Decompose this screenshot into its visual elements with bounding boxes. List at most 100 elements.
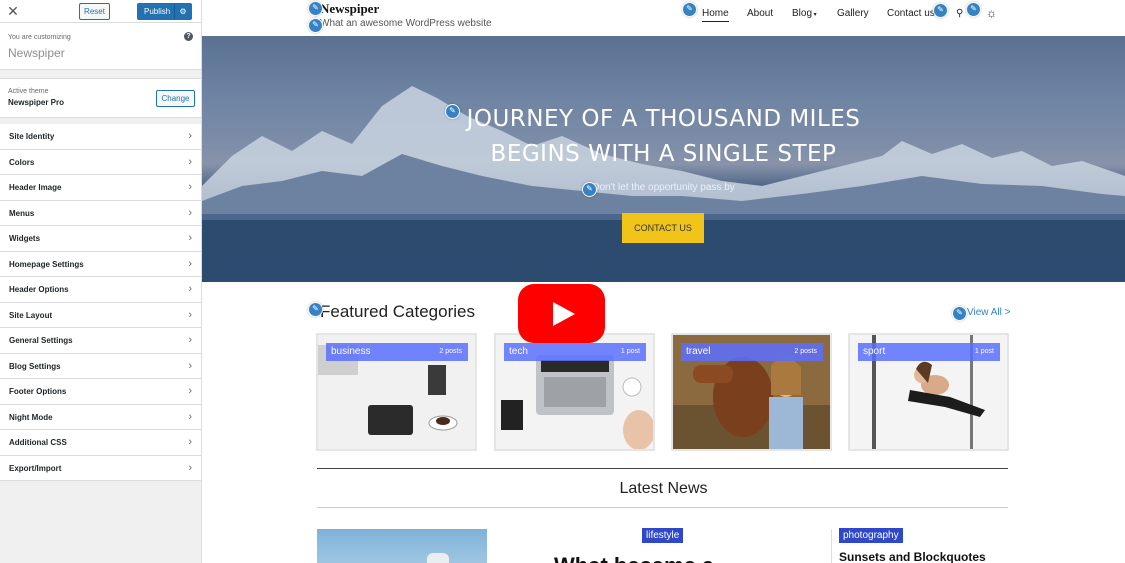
category-post-count: 2 posts [794,348,817,355]
menu-item-header-options[interactable]: Header Options › [0,277,201,303]
menu-item-label: Footer Options [9,387,67,396]
hero-subtitle: Don't let the opportunity pass by [592,182,735,193]
chevron-right-icon: › [188,257,192,270]
site-title[interactable]: Newspiper [320,1,379,17]
column-divider [831,529,832,563]
tag-lifestyle[interactable]: lifestyle [642,528,684,543]
edit-pencil-icon[interactable]: ✎ [682,2,697,17]
news-side-title[interactable]: Sunsets and Blockquotes [839,550,986,563]
hero-banner: ✎ JOURNEY OF A THOUSAND MILES BEGINS WIT… [202,36,1125,282]
menu-item-homepage-settings[interactable]: Homepage Settings › [0,251,201,277]
menu-item-label: Header Options [9,285,69,294]
menu-item-label: Homepage Settings [9,259,84,269]
menu-item-widgets[interactable]: Widgets › [0,226,201,252]
menu-item-additional-css[interactable]: Additional CSS › [0,430,201,456]
menu-item-export-import[interactable]: Export/Import › [0,455,201,481]
menu-item-label: Site Layout [9,310,53,320]
menu-item-label: General Settings [9,336,73,345]
category-label-bar: tech 1 post [504,343,646,361]
nav-contact-link[interactable]: Contact us [887,8,935,19]
thumbnail-object [427,553,449,563]
news-thumbnail[interactable] [317,529,487,563]
close-icon[interactable]: ✕ [6,3,20,19]
chevron-right-icon: › [188,410,192,423]
category-post-count: 1 post [974,348,994,355]
menu-item-colors[interactable]: Colors › [0,149,201,175]
featured-categories-heading: Featured Categories [320,302,475,321]
menu-item-label: Colors [9,157,35,167]
menu-item-menus[interactable]: Menus › [0,200,201,226]
active-theme-panel: Active theme Newspiper Pro Change [0,78,201,118]
site-tagline: What an awesome WordPress website [320,18,492,29]
chevron-right-icon: › [188,308,192,321]
play-icon [553,302,575,326]
reset-button[interactable]: Reset [79,3,110,20]
menu-item-site-identity[interactable]: Site Identity › [0,124,201,150]
menu-item-label: Additional CSS [9,438,67,447]
customizing-info: You are customizing Newspiper ? [0,23,201,70]
menu-item-label: Site Identity [9,132,55,141]
help-icon[interactable]: ? [184,32,193,41]
gear-icon[interactable]: ⚙ [174,4,191,19]
edit-pencil-icon[interactable]: ✎ [445,104,460,119]
menu-item-night-mode[interactable]: Night Mode › [0,404,201,430]
publish-button[interactable]: Publish ⚙ [137,3,192,20]
change-theme-button[interactable]: Change [156,90,195,107]
chevron-right-icon: › [188,461,192,474]
section-divider [317,507,1008,508]
menu-item-label: Blog Settings [9,361,61,371]
latest-news-heading: Latest News [202,480,1125,498]
category-name: sport [863,346,886,357]
edit-pencil-icon[interactable]: ✎ [933,3,948,18]
category-name: travel [686,346,711,357]
menu-item-general-settings[interactable]: General Settings › [0,328,201,354]
chevron-right-icon: › [188,334,192,346]
menu-item-label: Widgets [9,234,41,243]
category-card-travel[interactable]: travel 2 posts [671,333,832,451]
chevron-right-icon: › [188,181,192,193]
nav-blog-link[interactable]: Blog ▾ [792,8,817,19]
edit-pencil-icon[interactable]: ✎ [582,182,597,197]
menu-item-label: Night Mode [9,412,53,422]
nav-gallery-link[interactable]: Gallery [837,8,869,19]
menu-item-blog-settings[interactable]: Blog Settings › [0,353,201,379]
nav-about-link[interactable]: About [747,8,773,19]
edit-pencil-icon[interactable]: ✎ [308,302,323,317]
section-divider [317,468,1008,469]
menu-item-label: Menus [9,208,35,218]
search-icon[interactable]: ⚲ [956,8,963,19]
sun-icon[interactable]: ☼ [986,6,997,20]
youtube-play-button[interactable] [518,284,605,343]
chevron-right-icon: › [188,359,192,372]
news-post-title[interactable]: What became a [554,553,714,563]
latest-news-heading-text: Latest News [619,480,708,497]
chevron-right-icon: › [188,155,192,168]
tag-photography[interactable]: photography [839,528,903,543]
site-preview: ✎ ✎ Newspiper What an awesome WordPress … [202,0,1125,563]
theme-name: Newspiper Pro [8,98,65,107]
customizer-header: ✕ Reset Publish ⚙ [0,0,201,23]
edit-pencil-icon[interactable]: ✎ [308,1,323,16]
chevron-right-icon: › [188,436,192,448]
nav-blog-label: Blog [792,8,813,19]
chevron-right-icon: › [188,232,192,244]
category-card-sport[interactable]: sport 1 post [848,333,1009,451]
category-card-tech[interactable]: tech 1 post [494,333,655,451]
view-all-link[interactable]: View All > [967,307,1010,318]
category-label-bar: sport 1 post [858,343,1000,361]
edit-pencil-icon[interactable]: ✎ [952,306,967,321]
customizing-label: You are customizing [8,34,71,41]
customizing-site-name: Newspiper [8,46,65,60]
category-label-bar: travel 2 posts [681,343,823,361]
category-card-business[interactable]: business 2 posts [316,333,477,451]
contact-us-button[interactable]: CONTACT US [622,213,704,243]
customizer-sidebar: ✕ Reset Publish ⚙ You are customizing Ne… [0,0,202,563]
menu-item-label: Header Image [9,183,62,192]
nav-home-link[interactable]: Home [702,8,729,22]
edit-pencil-icon[interactable]: ✎ [308,18,323,33]
menu-item-footer-options[interactable]: Footer Options › [0,379,201,405]
publish-label: Publish [144,7,171,16]
menu-item-site-layout[interactable]: Site Layout › [0,302,201,328]
edit-pencil-icon[interactable]: ✎ [966,2,981,17]
menu-item-header-image[interactable]: Header Image › [0,175,201,201]
